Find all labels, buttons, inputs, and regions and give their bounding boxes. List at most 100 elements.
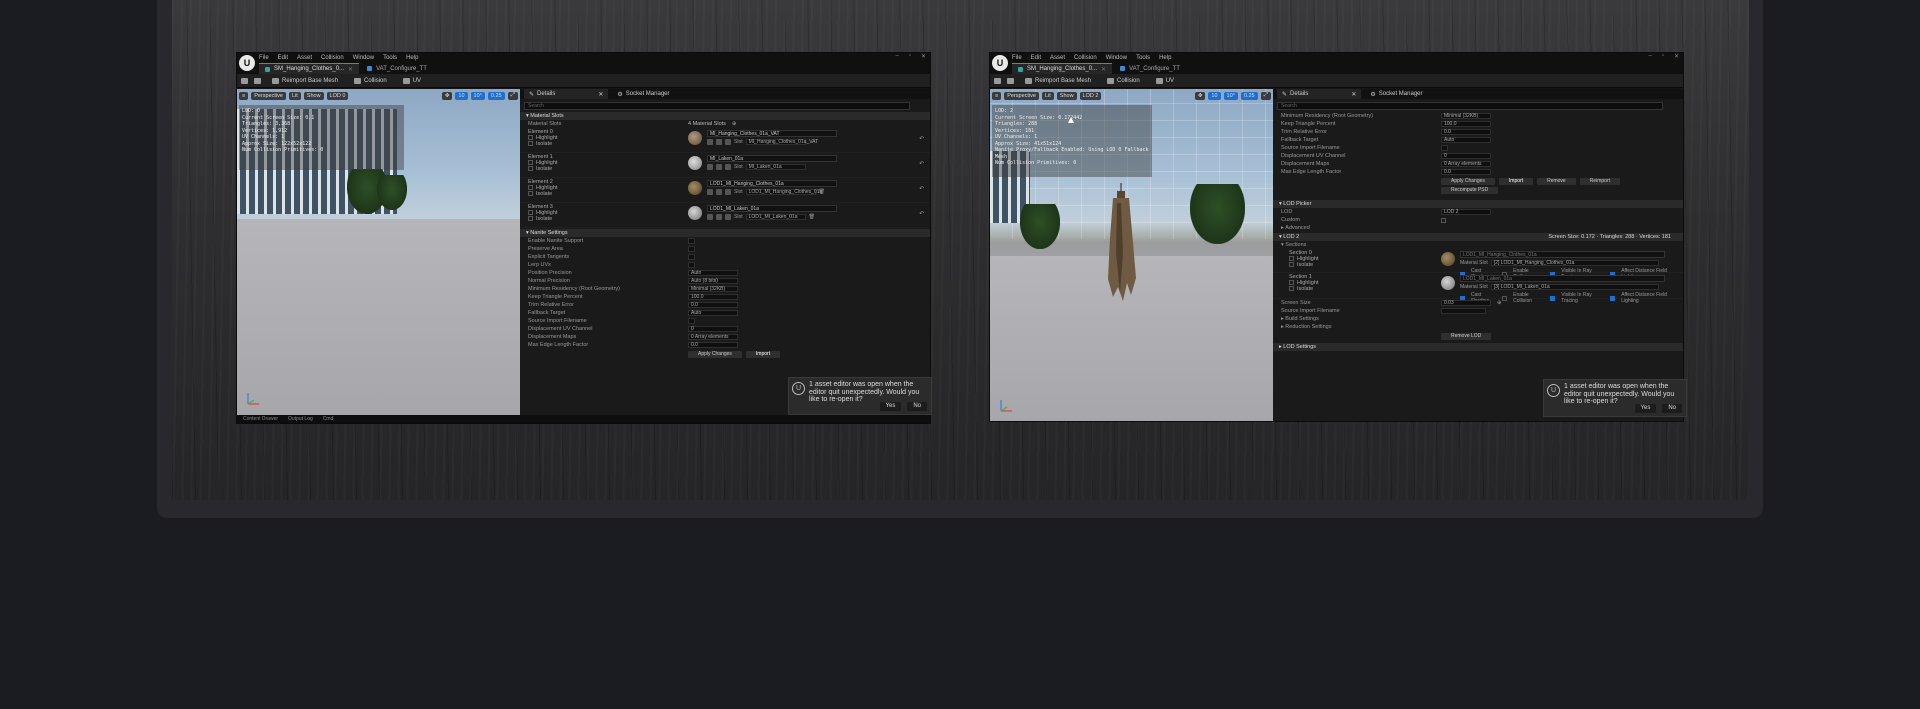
advanced-row[interactable]: ▸ Advanced (1273, 224, 1683, 232)
row-value-field[interactable]: 0 Array elements (688, 334, 738, 340)
material-thumbnail[interactable] (1441, 252, 1455, 266)
maximize-viewport-icon[interactable]: ⤢ (507, 91, 518, 100)
reset-icon[interactable] (725, 139, 731, 145)
menu-tools[interactable]: Tools (1136, 55, 1150, 61)
remove-button[interactable]: Remove (1537, 178, 1576, 185)
reset-icon[interactable] (725, 164, 731, 170)
scale-snap-button[interactable]: 0.25 (1240, 91, 1258, 100)
row-value-field[interactable]: Auto (688, 270, 738, 276)
rotate-snap-button[interactable]: 10° (1223, 91, 1238, 100)
material-dropdown[interactable]: MI_Hanging_Clothes_01a_VAT (707, 130, 837, 137)
highlight-checkbox[interactable] (1289, 280, 1294, 286)
uv-button[interactable]: UV (1151, 76, 1179, 86)
reimport-button[interactable]: Reimport Base Mesh (267, 76, 343, 86)
close-icon[interactable]: ✕ (921, 53, 926, 60)
menu-collision[interactable]: Collision (321, 55, 344, 61)
lod-dropdown[interactable]: LOD 2 (1441, 209, 1491, 215)
highlight-checkbox[interactable] (528, 185, 533, 191)
tab-details[interactable]: ✎ Details ✕ (1277, 89, 1362, 99)
row-value-field[interactable]: 0 (1441, 153, 1491, 159)
row-value-field[interactable]: 0.0 (688, 342, 738, 348)
reset-icon[interactable] (725, 214, 731, 220)
tab-socket-manager[interactable]: ⚙ Socket Manager (1365, 89, 1427, 99)
browse-icon[interactable] (716, 189, 722, 195)
section-lod-settings[interactable]: ▸ LOD Settings (1273, 343, 1683, 351)
row-value-field[interactable]: 100.0 (688, 294, 738, 300)
material-thumbnail[interactable] (688, 181, 702, 195)
isolate-checkbox[interactable] (528, 141, 533, 147)
row-value-field[interactable] (688, 254, 695, 260)
viewport[interactable]: LOD: 0 Current Screen Size: 0.1 Triangle… (237, 89, 520, 415)
close-icon[interactable]: ✕ (598, 91, 603, 98)
isolate-checkbox[interactable] (528, 216, 533, 222)
section-lod-picker[interactable]: ▾ LOD Picker (1273, 200, 1683, 208)
menu-edit[interactable]: Edit (1031, 55, 1041, 61)
menu-help[interactable]: Help (406, 55, 418, 61)
tab-details[interactable]: ✎ Details ✕ (524, 89, 609, 99)
scale-snap-button[interactable]: 0.25 (487, 91, 505, 100)
highlight-checkbox[interactable] (1289, 256, 1294, 262)
maximize-icon[interactable]: ▫ (1662, 53, 1664, 60)
show-button[interactable]: Show (1056, 91, 1077, 100)
sections-row[interactable]: ▾ Sections (1273, 241, 1683, 249)
rotate-snap-button[interactable]: 10° (470, 91, 485, 100)
browse-icon[interactable] (716, 214, 722, 220)
tab-socket-manager[interactable]: ⚙ Socket Manager (612, 89, 674, 99)
slot-name-field[interactable]: MI_Laken_01a (745, 164, 806, 170)
slot-name-field[interactable]: LOD1_MI_Hanging_Clothes_01a (745, 189, 822, 195)
reduction-settings-row[interactable]: ▸ Reduction Settings (1273, 323, 1683, 331)
viewport[interactable]: LOD: 2 Current Screen Size: 0.172442 Tri… (990, 89, 1273, 421)
tab-static-mesh[interactable]: SM_Hanging_Clothes_0... ✕ (1012, 63, 1113, 74)
custom-checkbox[interactable] (1441, 217, 1446, 223)
menu-window[interactable]: Window (353, 55, 374, 61)
remove-lod-button[interactable]: Remove LOD (1441, 333, 1492, 340)
recompute-psd-button[interactable]: Recompute PSD (1441, 187, 1499, 194)
menu-window[interactable]: Window (1106, 55, 1127, 61)
row-value-field[interactable] (688, 238, 695, 244)
reset-icon[interactable] (725, 189, 731, 195)
maximize-viewport-icon[interactable]: ⤢ (1260, 91, 1271, 100)
row-value-field[interactable]: Auto (8 bits) (688, 278, 738, 284)
menu-asset[interactable]: Asset (297, 55, 312, 61)
maximize-icon[interactable]: ▫ (909, 53, 911, 60)
material-slot-dropdown[interactable]: [3] LOD1_MI_Laken_01a (1490, 284, 1659, 290)
lit-button[interactable]: Lit (288, 91, 301, 100)
isolate-checkbox[interactable] (528, 191, 533, 197)
lit-button[interactable]: Lit (1041, 91, 1054, 100)
row-value-field[interactable]: Minimal (32KB) (688, 286, 738, 292)
row-value-field[interactable] (688, 262, 695, 268)
tab-close-icon[interactable]: ✕ (348, 66, 353, 73)
save-icon[interactable] (994, 77, 1001, 84)
browse-icon[interactable] (1007, 77, 1014, 84)
grid-snap-button[interactable]: 10 (455, 91, 468, 100)
show-button[interactable]: Show (303, 91, 324, 100)
close-icon[interactable]: ✕ (1351, 91, 1356, 98)
menu-edit[interactable]: Edit (278, 55, 288, 61)
reset-arrow-icon[interactable]: ↶ (919, 211, 924, 217)
perspective-button[interactable]: Perspective (1004, 91, 1039, 100)
row-value-field[interactable]: Auto (688, 310, 738, 316)
no-button[interactable]: No (907, 402, 927, 411)
perspective-button[interactable]: Perspective (251, 91, 286, 100)
trash-icon[interactable]: 🗑 (809, 214, 815, 220)
minimize-icon[interactable]: – (895, 53, 898, 60)
apply-changes-button[interactable]: Apply Changes (1441, 178, 1495, 185)
tab-static-mesh[interactable]: SM_Hanging_Clothes_0... ✕ (259, 63, 360, 74)
no-button[interactable]: No (1662, 404, 1682, 413)
minimize-icon[interactable]: – (1648, 53, 1651, 60)
details-search-input[interactable]: Search (524, 102, 910, 110)
material-dropdown[interactable]: LOD1_MI_Hanging_Clothes_01a (707, 180, 837, 187)
uv-button[interactable]: UV (398, 76, 426, 86)
row-value-field[interactable]: 100.0 (1441, 121, 1491, 127)
section-material-slots[interactable]: ▾ Material Slots (520, 112, 930, 120)
menu-collision[interactable]: Collision (1074, 55, 1097, 61)
row-value-field[interactable] (688, 318, 695, 324)
viewport-menu-icon[interactable]: ≡ (239, 91, 249, 100)
apply-changes-button[interactable]: Apply Changes (688, 351, 742, 358)
lod-button[interactable]: LOD 2 (1079, 91, 1102, 100)
cmd-button[interactable]: Cmd (323, 415, 334, 423)
menu-help[interactable]: Help (1159, 55, 1171, 61)
menu-file[interactable]: File (1012, 55, 1022, 61)
trash-icon[interactable]: 🗑 (819, 189, 825, 195)
material-thumbnail[interactable] (688, 156, 702, 170)
